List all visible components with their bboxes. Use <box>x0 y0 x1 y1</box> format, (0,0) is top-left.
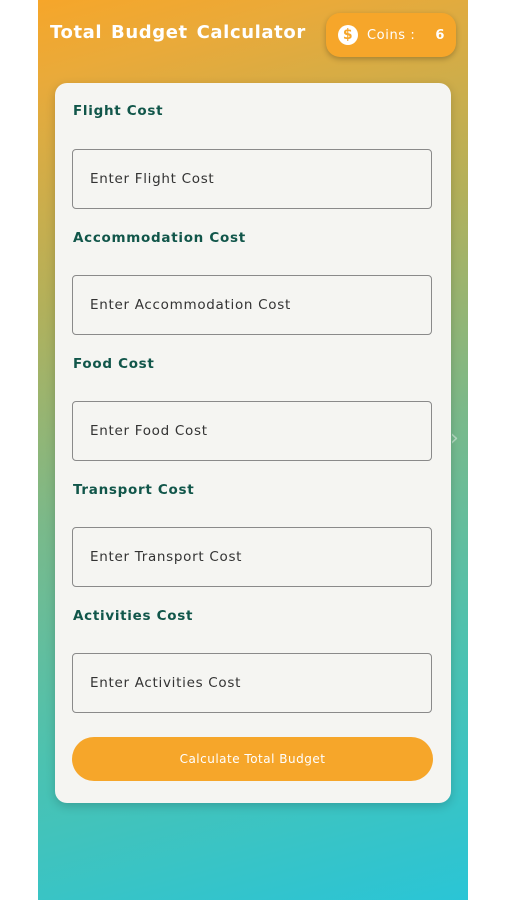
coins-label: Coins : <box>367 27 416 43</box>
transport-cost-label: Transport Cost <box>73 482 195 498</box>
budget-form-card: Flight Cost Enter Flight Cost Accommodat… <box>55 83 451 803</box>
flight-cost-input[interactable]: Enter Flight Cost <box>72 149 432 209</box>
flight-cost-label: Flight Cost <box>73 103 164 119</box>
chevron-right-icon: › <box>450 426 459 451</box>
page-title: Total Budget Calculator <box>50 22 306 43</box>
accommodation-cost-label: Accommodation Cost <box>73 230 246 246</box>
transport-cost-input[interactable]: Enter Transport Cost <box>72 527 432 587</box>
coins-count: 6 <box>435 27 446 43</box>
activities-cost-input[interactable]: Enter Activities Cost <box>72 653 432 713</box>
food-cost-label: Food Cost <box>73 356 155 372</box>
flight-cost-placeholder: Enter Flight Cost <box>90 171 215 187</box>
accommodation-cost-placeholder: Enter Accommodation Cost <box>90 297 291 313</box>
dollar-coin-icon: $ <box>338 25 358 45</box>
food-cost-placeholder: Enter Food Cost <box>90 423 208 439</box>
activities-cost-label: Activities Cost <box>73 608 194 624</box>
header: Total Budget Calculator $ Coins : 6 <box>38 0 468 70</box>
food-cost-input[interactable]: Enter Food Cost <box>72 401 432 461</box>
accommodation-cost-input[interactable]: Enter Accommodation Cost <box>72 275 432 335</box>
transport-cost-placeholder: Enter Transport Cost <box>90 549 243 565</box>
app-screen: Total Budget Calculator $ Coins : 6 › Fl… <box>38 0 468 900</box>
activities-cost-placeholder: Enter Activities Cost <box>90 675 242 691</box>
calculate-total-budget-button[interactable]: Calculate Total Budget <box>72 737 433 781</box>
coins-badge[interactable]: $ Coins : 6 <box>326 13 456 57</box>
